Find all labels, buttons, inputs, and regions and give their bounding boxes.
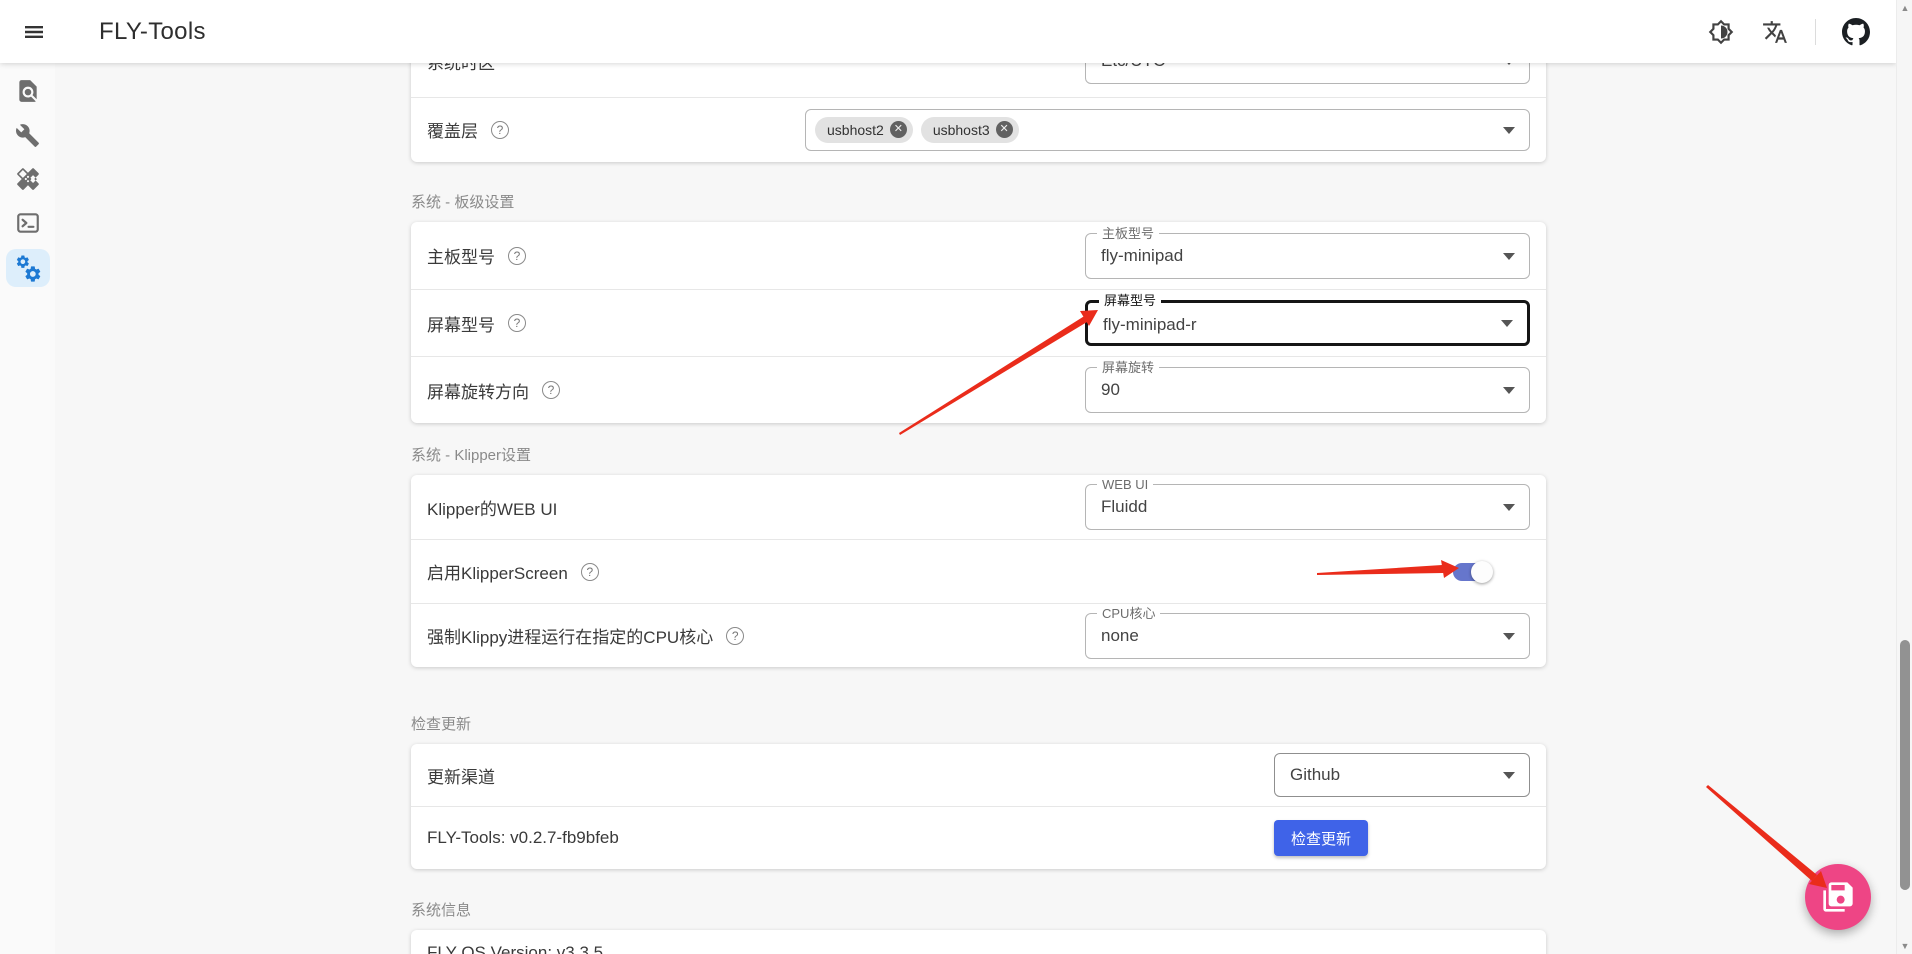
update-channel-value: Github <box>1290 765 1341 784</box>
field-label: 主板型号 <box>1097 225 1160 241</box>
web-ui-label: Klipper的WEB UI <box>427 499 558 519</box>
chevron-down-icon <box>1501 320 1513 327</box>
topbar-divider <box>1815 18 1816 45</box>
card-board: 主板型号 ? 主板型号 fly-minipad 屏幕型号 ? 屏幕型号 fly-… <box>411 222 1546 423</box>
help-icon[interactable]: ? <box>726 626 745 645</box>
chip-label: usbhost2 <box>827 121 884 138</box>
field-label: CPU核心 <box>1097 605 1161 621</box>
help-icon[interactable]: ? <box>508 246 526 265</box>
update-channel-select[interactable]: Github <box>1274 753 1530 797</box>
field-label: WEB UI <box>1097 477 1154 492</box>
settings-page: 系统时区 Etc/UTC 覆盖层 ? usbhost2 ✕ usbhost3 ✕ <box>55 25 1896 954</box>
row-screen-model: 屏幕型号 ? 屏幕型号 fly-minipad-r <box>411 289 1546 356</box>
chip-close-icon[interactable]: ✕ <box>889 121 907 138</box>
save-fab-button[interactable] <box>1805 864 1871 930</box>
row-mainboard-model: 主板型号 ? 主板型号 fly-minipad <box>411 222 1546 289</box>
check-update-button[interactable]: 检查更新 <box>1274 820 1368 856</box>
chip-usbhost3: usbhost3 ✕ <box>920 116 1019 143</box>
chevron-down-icon <box>1503 632 1515 640</box>
overlays-label: 覆盖层 <box>427 122 478 141</box>
screen-rotation-select[interactable]: 屏幕旋转 90 <box>1085 360 1530 413</box>
screen-model-value: fly-minipad-r <box>1103 315 1197 334</box>
os-version-label: FLY OS Version: v3.3.5 <box>427 943 604 954</box>
toggle-thumb <box>1471 560 1493 583</box>
chip-usbhost2: usbhost2 ✕ <box>815 116 913 143</box>
chevron-down-icon <box>1503 387 1515 394</box>
mainboard-select[interactable]: 主板型号 fly-minipad <box>1085 225 1530 279</box>
chevron-down-icon <box>1503 126 1515 134</box>
section-board-settings: 系统 - 板级设置 <box>411 194 515 211</box>
scroll-down-icon[interactable]: ▼ <box>1897 938 1912 954</box>
row-screen-rotation: 屏幕旋转方向 ? 屏幕旋转 90 <box>411 356 1546 423</box>
sidebar-item-file-search[interactable] <box>6 72 50 110</box>
help-icon[interactable]: ? <box>542 381 560 399</box>
row-tools-version: FLY-Tools: v0.2.7-fb9bfeb 检查更新 <box>411 806 1546 869</box>
sidebar-item-services-settings[interactable] <box>5 249 50 287</box>
chevron-down-icon <box>1503 252 1515 260</box>
row-update-channel: 更新渠道 Github <box>411 744 1546 806</box>
card-klipper: Klipper的WEB UI WEB UI Fluidd 启用KlipperSc… <box>411 475 1546 667</box>
scrollbar-thumb[interactable] <box>1900 640 1910 890</box>
theme-brightness-icon[interactable] <box>1707 18 1735 46</box>
chevron-down-icon <box>1503 772 1515 779</box>
cpu-core-select[interactable]: CPU核心 none <box>1085 605 1530 659</box>
row-klipperscreen: 启用KlipperScreen ? <box>411 539 1546 603</box>
sidebar-nav <box>0 63 55 954</box>
help-icon[interactable]: ? <box>508 314 526 332</box>
section-system-info: 系统信息 <box>411 902 472 919</box>
cpu-core-label: 强制Klippy进程运行在指定的CPU核心 <box>427 628 714 647</box>
app-title: FLY-Tools <box>99 17 206 45</box>
field-label: 屏幕旋转 <box>1097 360 1160 375</box>
row-os-version: FLY OS Version: v3.3.5 <box>411 930 1546 954</box>
translate-icon[interactable] <box>1761 18 1789 46</box>
sidebar-item-terminal[interactable] <box>6 204 50 242</box>
mainboard-label: 主板型号 <box>427 248 495 267</box>
field-label: 屏幕型号 <box>1099 293 1162 308</box>
chip-label: usbhost3 <box>932 121 990 138</box>
help-icon[interactable]: ? <box>580 562 599 581</box>
klipperscreen-label: 启用KlipperScreen <box>427 564 568 583</box>
tools-version-label: FLY-Tools: v0.2.7-fb9bfeb <box>427 828 619 847</box>
klipperscreen-toggle[interactable] <box>1453 560 1493 583</box>
sidebar-item-healing[interactable] <box>6 160 50 198</box>
row-web-ui: Klipper的WEB UI WEB UI Fluidd <box>411 475 1546 539</box>
github-icon[interactable] <box>1842 17 1870 46</box>
sidebar-item-tools[interactable] <box>6 116 50 154</box>
web-ui-select[interactable]: WEB UI Fluidd <box>1085 477 1530 530</box>
chevron-down-icon <box>1503 504 1515 511</box>
update-channel-label: 更新渠道 <box>427 767 495 787</box>
menu-icon[interactable] <box>17 15 51 49</box>
card-update: 更新渠道 Github FLY-Tools: v0.2.7-fb9bfeb 检查… <box>411 744 1546 869</box>
screen-model-label: 屏幕型号 <box>427 315 495 335</box>
help-icon[interactable]: ? <box>491 120 509 139</box>
card-sysinfo: FLY OS Version: v3.3.5 <box>411 930 1546 954</box>
row-cpu-core: 强制Klippy进程运行在指定的CPU核心 ? CPU核心 none <box>411 603 1546 667</box>
overlays-select[interactable]: usbhost2 ✕ usbhost3 ✕ <box>805 108 1530 151</box>
section-check-update: 检查更新 <box>411 716 472 733</box>
page-scrollbar[interactable]: ▲ ▼ <box>1896 0 1912 954</box>
save-all-icon <box>1823 882 1853 912</box>
top-app-bar: FLY-Tools <box>0 0 1896 63</box>
section-klipper-settings: 系统 - Klipper设置 <box>411 447 532 464</box>
chip-close-icon[interactable]: ✕ <box>995 121 1013 138</box>
screen-rotation-label: 屏幕旋转方向 <box>427 382 529 402</box>
scroll-up-icon[interactable]: ▲ <box>1897 0 1912 16</box>
topbar-actions <box>1707 17 1870 46</box>
row-overlays: 覆盖层 ? usbhost2 ✕ usbhost3 ✕ <box>411 97 1546 161</box>
screen-model-select[interactable]: 屏幕型号 fly-minipad-r <box>1085 293 1530 346</box>
